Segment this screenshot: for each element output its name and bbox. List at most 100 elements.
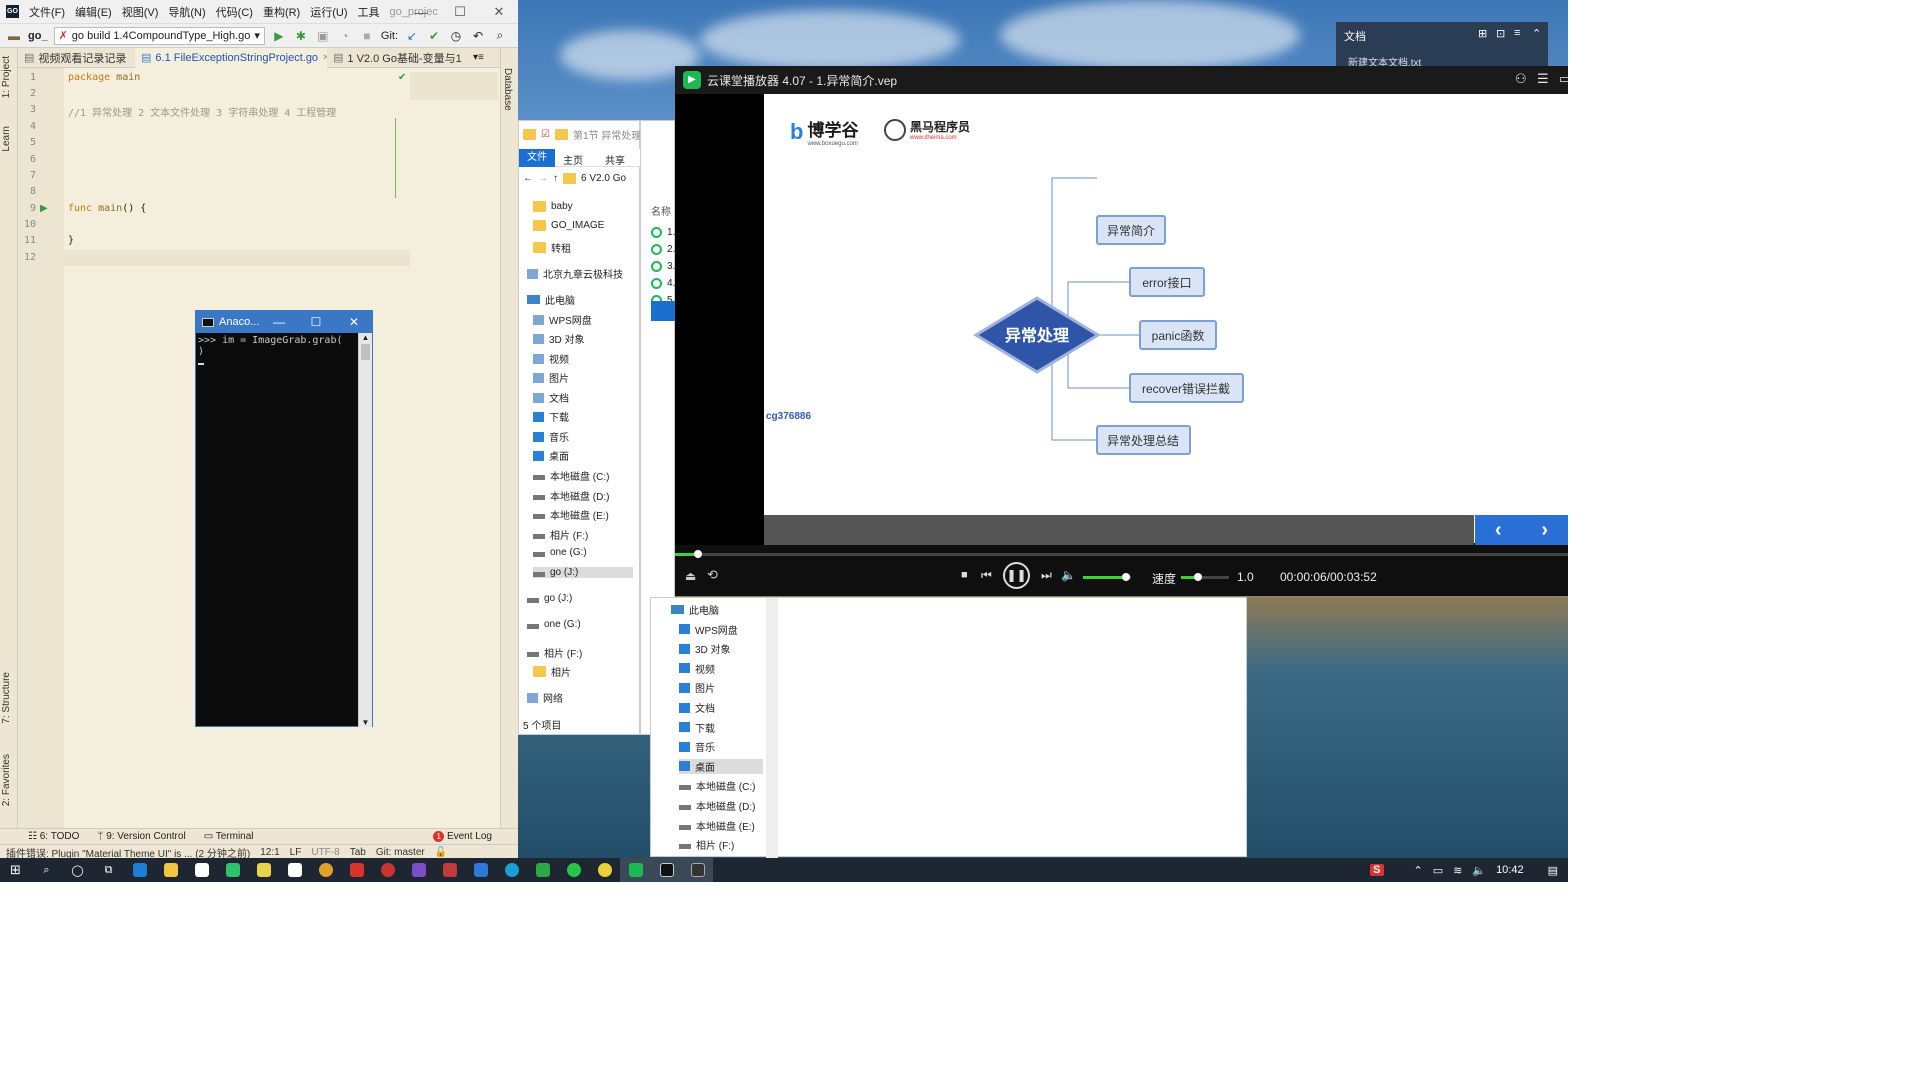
project-name[interactable]: go_ bbox=[28, 30, 48, 42]
nav-item[interactable]: 文档 bbox=[679, 700, 715, 715]
tab-watch-record[interactable]: ▤ 视频观看记录记录 bbox=[18, 48, 135, 68]
ribbon-tab-file[interactable]: 文件 bbox=[519, 149, 555, 167]
scrollbar[interactable] bbox=[766, 598, 778, 858]
file-encoding[interactable]: UTF-8 bbox=[311, 847, 339, 858]
wifi-icon[interactable]: ≋ bbox=[1453, 864, 1462, 877]
volume-handle[interactable] bbox=[1122, 573, 1131, 581]
nav-item[interactable]: 本地磁盘 (E:) bbox=[679, 818, 755, 833]
run-config-select[interactable]: ✗ go build 1.4CompoundType_High.go ▾ bbox=[53, 26, 265, 45]
run-gutter-icon[interactable]: ▶ bbox=[40, 203, 48, 214]
window-icon[interactable]: ▭ bbox=[1559, 71, 1568, 87]
git-update-icon[interactable]: ↙ bbox=[404, 28, 420, 44]
nav-item[interactable]: WPS网盘 bbox=[533, 312, 592, 327]
cortana-button[interactable]: ◯ bbox=[62, 858, 93, 882]
tab-file-exception[interactable]: ▤ 6.1 FileExceptionStringProject.go ✕ bbox=[135, 47, 327, 68]
playlist-icon[interactable]: ☰ bbox=[1537, 71, 1549, 87]
nav-item[interactable]: 3D 对象 bbox=[679, 641, 731, 656]
app-button[interactable] bbox=[558, 858, 589, 882]
structure-tool-button[interactable]: 7: Structure bbox=[1, 672, 12, 724]
app-button[interactable] bbox=[589, 858, 620, 882]
close-tab-icon[interactable]: ✕ bbox=[466, 52, 467, 63]
menu-file[interactable]: 文件(F) bbox=[29, 4, 65, 20]
caret-position[interactable]: 12:1 bbox=[260, 847, 279, 858]
nav-item[interactable]: WPS网盘 bbox=[679, 622, 738, 637]
chevron-up-icon[interactable]: ⌃ bbox=[1414, 864, 1423, 877]
menu-edit[interactable]: 编辑(E) bbox=[75, 4, 112, 20]
stop-icon[interactable]: ■ bbox=[961, 569, 968, 581]
nav-item[interactable]: 桌面 bbox=[679, 758, 763, 774]
app-button[interactable] bbox=[496, 858, 527, 882]
chrome-button[interactable] bbox=[310, 858, 341, 882]
goland-taskbar-button[interactable] bbox=[651, 858, 682, 882]
line-separator[interactable]: LF bbox=[290, 847, 302, 858]
nav-item[interactable]: 相片 (F:) bbox=[527, 645, 582, 660]
vs-button[interactable] bbox=[403, 858, 434, 882]
nav-item[interactable]: 图片 bbox=[679, 680, 715, 695]
nav-item[interactable]: go (J:) bbox=[533, 567, 633, 578]
nav-item[interactable]: 本地磁盘 (E:) bbox=[533, 507, 609, 522]
speed-handle[interactable] bbox=[1193, 573, 1202, 581]
start-button[interactable]: ⊞ bbox=[0, 858, 31, 882]
nav-item[interactable]: 音乐 bbox=[679, 739, 715, 754]
nav-item[interactable]: 网络 bbox=[527, 690, 563, 705]
mail-button[interactable] bbox=[186, 858, 217, 882]
git-revert-icon[interactable]: ↶ bbox=[470, 28, 486, 44]
eject-icon[interactable]: ⏏ bbox=[685, 569, 696, 583]
nav-item[interactable]: go (J:) bbox=[527, 593, 572, 604]
nav-item[interactable]: 相片 bbox=[533, 664, 571, 679]
nav-item[interactable]: 视频 bbox=[533, 351, 569, 366]
wechat-button[interactable] bbox=[217, 858, 248, 882]
volume-icon[interactable]: 🔈 bbox=[1472, 864, 1486, 877]
app-button[interactable] bbox=[527, 858, 558, 882]
file-item[interactable]: 3. bbox=[651, 261, 675, 272]
pause-icon[interactable]: ❚❚ bbox=[1003, 562, 1030, 589]
close-icon[interactable]: ✕ bbox=[339, 311, 369, 333]
up-icon[interactable]: ↑ bbox=[553, 173, 558, 184]
notes-button[interactable] bbox=[248, 858, 279, 882]
menu-run[interactable]: 运行(U) bbox=[310, 4, 347, 20]
nav-item[interactable]: 本地磁盘 (D:) bbox=[679, 798, 755, 813]
back-icon[interactable]: ← bbox=[523, 173, 533, 184]
task-view-button[interactable]: ⧉ bbox=[93, 858, 124, 882]
nav-item[interactable]: 图片 bbox=[533, 370, 569, 385]
app-button[interactable] bbox=[434, 858, 465, 882]
nav-item[interactable]: 文档 bbox=[533, 390, 569, 405]
next-icon[interactable]: ⏭ bbox=[1041, 568, 1052, 583]
menu-icon[interactable]: ≡ bbox=[1514, 27, 1520, 39]
nav-item[interactable]: 此电脑 bbox=[527, 292, 575, 307]
nav-item[interactable]: 相片 (F:) bbox=[533, 527, 588, 542]
menu-navigate[interactable]: 导航(N) bbox=[168, 4, 205, 20]
app-button[interactable] bbox=[372, 858, 403, 882]
nav-item[interactable]: 此电脑 bbox=[671, 602, 719, 617]
player-taskbar-button[interactable] bbox=[620, 858, 651, 882]
menu-refactor[interactable]: 重构(R) bbox=[263, 4, 300, 20]
clock[interactable]: 10:42 bbox=[1496, 864, 1524, 876]
collapse-icon[interactable]: ⌃ bbox=[1532, 27, 1541, 40]
tab-go-basics[interactable]: ▤ 1 V2.0 Go基础-变量与1 ✕ bbox=[327, 48, 467, 68]
next-slide-icon[interactable]: › bbox=[1541, 519, 1548, 542]
scrollbar[interactable]: ▲ ▼ bbox=[358, 333, 372, 727]
forward-icon[interactable]: → bbox=[538, 173, 548, 184]
nav-item[interactable]: 转租 bbox=[533, 240, 571, 255]
nav-item[interactable]: 3D 对象 bbox=[533, 331, 585, 346]
prev-slide-icon[interactable]: ‹ bbox=[1495, 519, 1502, 542]
minimize-icon[interactable]: — bbox=[264, 311, 294, 333]
scroll-up-icon[interactable]: ▲ bbox=[359, 333, 372, 342]
project-tool-button[interactable]: 1: Project bbox=[1, 56, 12, 98]
tab-list-icon[interactable]: ▾≡ bbox=[473, 52, 484, 63]
minimize-icon[interactable]: — bbox=[402, 0, 440, 24]
loop-icon[interactable]: ⟲ bbox=[707, 567, 718, 583]
user-icon[interactable]: ⚇ bbox=[1515, 71, 1527, 87]
stop-icon[interactable]: ■ bbox=[359, 28, 375, 44]
console-titlebar[interactable]: Anaco... — ☐ ✕ bbox=[196, 311, 372, 333]
grid-view-icon[interactable]: ⊞ bbox=[1478, 27, 1487, 40]
menu-code[interactable]: 代码(C) bbox=[216, 4, 253, 20]
menu-view[interactable]: 视图(V) bbox=[122, 4, 159, 20]
file-item[interactable]: 4. bbox=[651, 278, 675, 289]
coverage-icon[interactable]: ▣ bbox=[315, 28, 331, 44]
speed-slider[interactable] bbox=[1181, 573, 1229, 581]
explorer-titlebar[interactable]: ☑ 第1节 异常处理 bbox=[523, 127, 641, 142]
nav-item[interactable]: baby bbox=[533, 201, 573, 212]
terminal-tool-button[interactable]: ▭ Terminal bbox=[204, 831, 254, 842]
nav-item[interactable]: 本地磁盘 (C:) bbox=[679, 778, 755, 793]
